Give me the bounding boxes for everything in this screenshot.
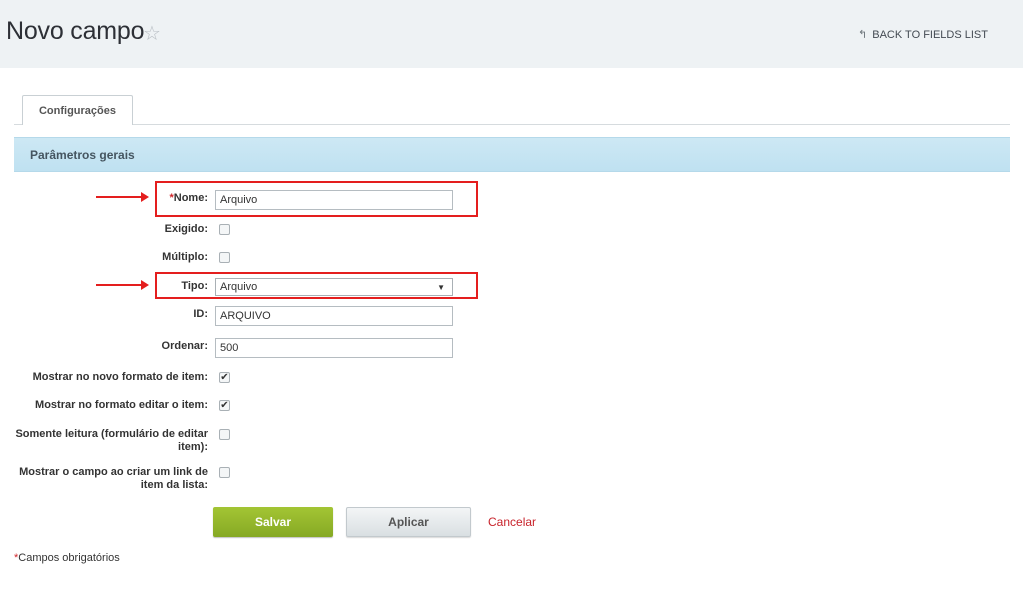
ordenar-label: Ordenar: bbox=[161, 340, 208, 352]
id-label: ID: bbox=[193, 308, 208, 320]
ordenar-input[interactable]: 500 bbox=[215, 338, 453, 358]
back-arrow-icon: ↰ bbox=[858, 29, 868, 41]
multiplo-label: Múltiplo: bbox=[162, 251, 208, 263]
footnote-text: Campos obrigatórios bbox=[18, 552, 120, 564]
multiplo-checkbox[interactable] bbox=[219, 252, 230, 263]
id-input[interactable]: ARQUIVO bbox=[215, 306, 453, 326]
section-header: Parâmetros gerais bbox=[14, 137, 1010, 172]
tab-configuracoes[interactable]: Configurações bbox=[22, 95, 133, 125]
mostrar-novo-label: Mostrar no novo formato de item: bbox=[32, 371, 208, 383]
nome-arrow-icon bbox=[96, 192, 149, 202]
back-link-label: BACK TO FIELDS LIST bbox=[872, 28, 988, 41]
somente-leitura-label: Somente leitura (formulário de editar it… bbox=[15, 428, 208, 453]
back-to-fields-list-link[interactable]: ↰ BACK TO FIELDS LIST bbox=[858, 28, 988, 42]
tabs-divider bbox=[14, 124, 1010, 125]
nome-highlight-box bbox=[155, 181, 478, 217]
apply-button[interactable]: Aplicar bbox=[346, 507, 471, 537]
required-fields-note: *Campos obrigatórios bbox=[14, 552, 120, 564]
somente-leitura-checkbox[interactable] bbox=[219, 429, 230, 440]
exigido-checkbox[interactable] bbox=[219, 224, 230, 235]
mostrar-link-checkbox[interactable] bbox=[219, 467, 230, 478]
cancel-link[interactable]: Cancelar bbox=[488, 515, 536, 529]
tipo-highlight-box bbox=[155, 272, 478, 299]
mostrar-novo-checkbox[interactable]: ✔ bbox=[219, 372, 230, 383]
exigido-label: Exigido: bbox=[164, 223, 208, 235]
mostrar-editar-checkbox[interactable]: ✔ bbox=[219, 400, 230, 411]
section-title: Parâmetros gerais bbox=[30, 148, 135, 162]
mostrar-editar-label: Mostrar no formato editar o item: bbox=[35, 399, 208, 411]
page-header: Novo campo ☆ ↰ BACK TO FIELDS LIST bbox=[0, 0, 1023, 68]
page-title: Novo campo bbox=[6, 17, 145, 45]
mostrar-link-label: Mostrar o campo ao criar um link de item… bbox=[19, 466, 208, 491]
star-icon[interactable]: ☆ bbox=[143, 21, 161, 46]
save-button[interactable]: Salvar bbox=[213, 507, 333, 537]
tipo-arrow-icon bbox=[96, 280, 149, 290]
